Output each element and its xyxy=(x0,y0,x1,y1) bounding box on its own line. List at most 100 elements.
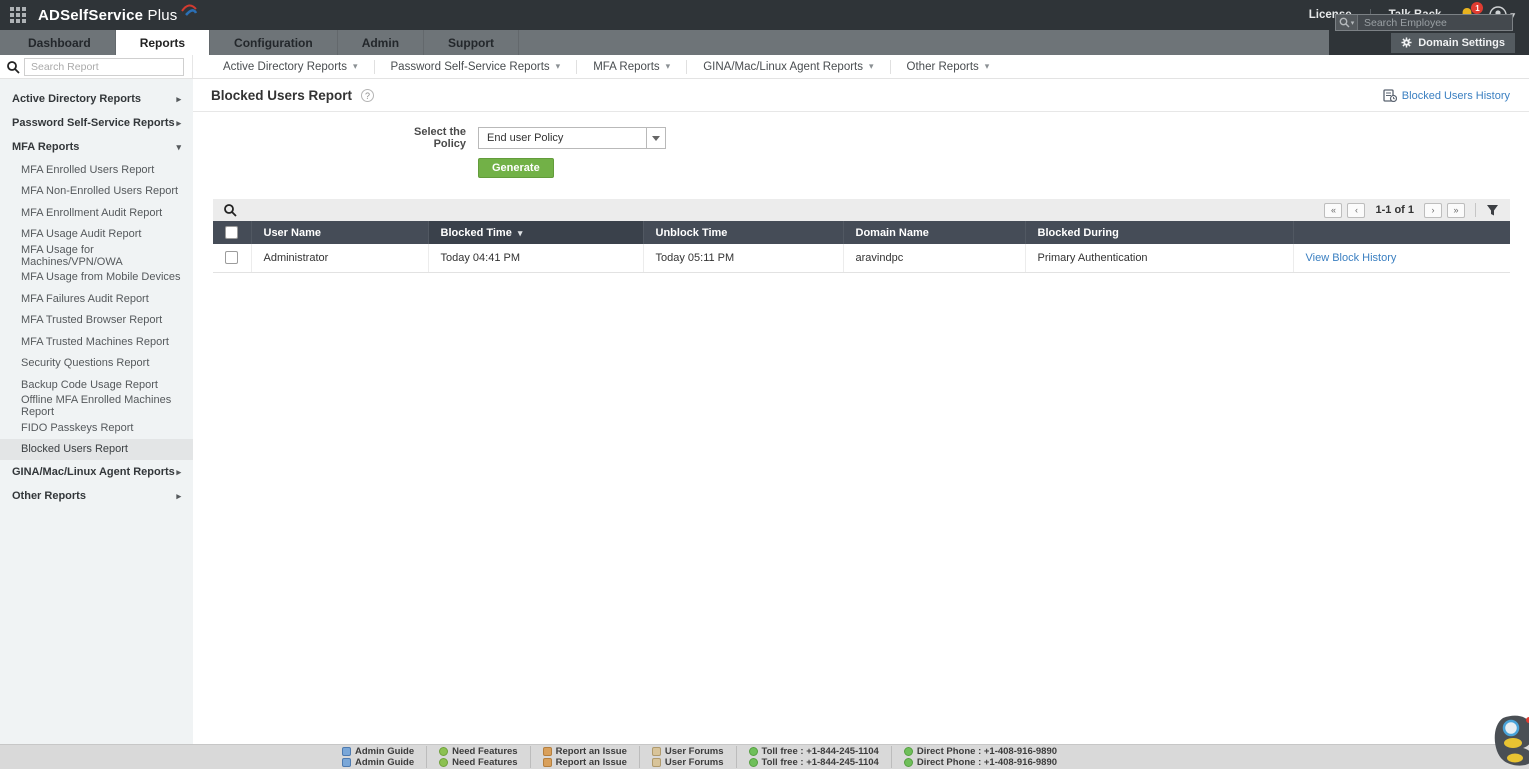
sidebar-item[interactable]: MFA Non-Enrolled Users Report xyxy=(0,181,193,203)
sidebar-item[interactable]: MFA Usage from Mobile Devices xyxy=(0,267,193,289)
forum-icon xyxy=(652,758,661,767)
table-search-icon[interactable] xyxy=(223,203,237,217)
sidebar-item[interactable]: Security Questions Report xyxy=(0,353,193,375)
menu-mfa-reports[interactable]: MFA Reports▾ xyxy=(577,60,687,74)
sidebar-item-mfa-reports[interactable]: MFA Reports▾ xyxy=(0,135,193,159)
tab-admin[interactable]: Admin xyxy=(338,30,424,55)
view-block-history-link[interactable]: View Block History xyxy=(1306,252,1397,264)
need-features-link[interactable]: Need Features xyxy=(427,757,530,768)
tab-support[interactable]: Support xyxy=(424,30,519,55)
sidebar-item[interactable]: Backup Code Usage Report xyxy=(0,374,193,396)
report-table-area: « ‹ 1-1 of 1 › » User Name xyxy=(213,199,1510,273)
sidebar-item-blocked-users-report[interactable]: Blocked Users Report xyxy=(0,439,193,461)
pagination-info: 1-1 of 1 xyxy=(1375,204,1414,216)
chevron-down-icon: ▾ xyxy=(666,61,671,72)
history-report-icon xyxy=(1383,89,1397,102)
sidebar-item-password-self-service-reports[interactable]: Password Self-Service Reports▸ xyxy=(0,111,193,135)
main-tabs: Dashboard Reports Configuration Admin Su… xyxy=(0,30,1329,55)
gear-icon xyxy=(1401,37,1412,48)
filter-icon[interactable] xyxy=(1486,204,1499,217)
sort-desc-icon: ▾ xyxy=(518,228,523,238)
column-blocked-time[interactable]: Blocked Time▾ xyxy=(428,221,643,244)
book-icon xyxy=(342,747,351,756)
search-icon[interactable]: ▾ xyxy=(1336,15,1358,30)
logo-swoosh-icon xyxy=(180,3,198,19)
chevron-down-icon: ▾ xyxy=(1351,19,1355,27)
sidebar-item[interactable]: MFA Trusted Machines Report xyxy=(0,331,193,353)
pagination-prev-button[interactable]: ‹ xyxy=(1347,203,1365,218)
menu-active-directory-reports[interactable]: Active Directory Reports▾ xyxy=(207,60,375,74)
sidebar-item[interactable]: Offline MFA Enrolled Machines Report xyxy=(0,396,193,418)
need-features-link[interactable]: Need Features xyxy=(427,746,530,757)
divider xyxy=(1475,203,1476,217)
phone-icon xyxy=(749,758,758,767)
tab-reports[interactable]: Reports xyxy=(116,30,210,55)
reports-sidebar: Active Directory Reports▸ Password Self-… xyxy=(0,79,193,744)
sidebar-item[interactable]: MFA Enrollment Audit Report xyxy=(0,202,193,224)
main-content: Blocked Users Report ? Blocked Users His… xyxy=(193,79,1529,744)
chevron-down-icon: ▾ xyxy=(985,61,990,72)
pagination: « ‹ 1-1 of 1 › » xyxy=(1324,203,1503,218)
blocked-users-history-link[interactable]: Blocked Users History xyxy=(1383,89,1510,102)
row-checkbox[interactable] xyxy=(225,251,238,264)
app-footer: Admin Guide Need Features Report an Issu… xyxy=(0,744,1529,769)
generate-button[interactable]: Generate xyxy=(478,158,554,178)
column-domain-name[interactable]: Domain Name xyxy=(843,221,1025,244)
domain-settings-button[interactable]: Domain Settings xyxy=(1391,33,1515,53)
pagination-last-button[interactable]: » xyxy=(1447,203,1465,218)
sidebar-item-other-reports[interactable]: Other Reports▸ xyxy=(0,484,193,508)
column-blocked-during[interactable]: Blocked During xyxy=(1025,221,1293,244)
help-icon[interactable]: ? xyxy=(361,89,374,102)
pagination-first-button[interactable]: « xyxy=(1324,203,1342,218)
notification-badge: 1 xyxy=(1471,2,1483,14)
menu-other-reports[interactable]: Other Reports▾ xyxy=(891,60,1006,74)
secondary-nav: Active Directory Reports▾ Password Self-… xyxy=(0,55,1529,79)
report-an-issue-link[interactable]: Report an Issue xyxy=(531,746,640,757)
policy-select[interactable]: End user Policy xyxy=(478,127,666,149)
sidebar-item[interactable]: MFA Usage for Machines/VPN/OWA xyxy=(0,245,193,267)
policy-label: Select the Policy xyxy=(383,126,466,150)
pencil-icon xyxy=(543,758,552,767)
adselfservice-app: ADSelfService Plus License Talk Back 1 ▾… xyxy=(0,0,1529,769)
menu-gina-mac-linux-agent-reports[interactable]: GINA/Mac/Linux Agent Reports▾ xyxy=(687,60,890,74)
sidebar-search xyxy=(0,55,193,78)
sidebar-item-gina-mac-linux-agent-reports[interactable]: GINA/Mac/Linux Agent Reports▸ xyxy=(0,460,193,484)
sidebar-item-active-directory-reports[interactable]: Active Directory Reports▸ xyxy=(0,87,193,111)
menu-password-self-service-reports[interactable]: Password Self-Service Reports▾ xyxy=(375,60,578,74)
sidebar-item[interactable]: MFA Usage Audit Report xyxy=(0,224,193,246)
sidebar-item[interactable]: MFA Enrolled Users Report xyxy=(0,159,193,181)
direct-phone-number: Direct Phone : +1-408-916-9890 xyxy=(892,757,1069,768)
sidebar-item[interactable]: FIDO Passkeys Report xyxy=(0,417,193,439)
logo: ADSelfService Plus xyxy=(0,7,198,24)
user-forums-link[interactable]: User Forums xyxy=(640,746,737,757)
user-forums-link[interactable]: User Forums xyxy=(640,757,737,768)
search-report-input[interactable] xyxy=(24,58,184,76)
apps-grid-icon[interactable] xyxy=(10,7,26,23)
tab-configuration[interactable]: Configuration xyxy=(210,30,338,55)
column-unblock-time[interactable]: Unblock Time xyxy=(643,221,843,244)
chevron-down-icon: ▾ xyxy=(869,61,874,72)
report-an-issue-link[interactable]: Report an Issue xyxy=(531,757,640,768)
sidebar-item[interactable]: MFA Trusted Browser Report xyxy=(0,310,193,332)
report-category-menu: Active Directory Reports▾ Password Self-… xyxy=(193,55,1529,78)
table-header-row: User Name Blocked Time▾ Unblock Time Dom… xyxy=(213,221,1510,244)
admin-guide-link[interactable]: Admin Guide xyxy=(330,757,427,768)
admin-guide-link[interactable]: Admin Guide xyxy=(330,746,427,757)
phone-icon xyxy=(904,758,913,767)
sidebar-item[interactable]: MFA Failures Audit Report xyxy=(0,288,193,310)
page-title: Blocked Users Report xyxy=(211,88,352,103)
cell-blocked-time: Today 04:41 PM xyxy=(428,244,643,272)
chevron-down-icon: ▾ xyxy=(353,61,358,72)
app-header: ADSelfService Plus License Talk Back 1 ▾ xyxy=(0,0,1529,30)
page-body: Active Directory Reports▸ Password Self-… xyxy=(0,79,1529,744)
toll-free-number: Toll free : +1-844-245-1104 xyxy=(737,757,892,768)
pagination-next-button[interactable]: › xyxy=(1424,203,1442,218)
column-user-name[interactable]: User Name xyxy=(251,221,428,244)
chat-assistant-icon[interactable] xyxy=(1489,712,1529,769)
cell-blocked-during: Primary Authentication xyxy=(1025,244,1293,272)
cell-domain-name: aravindpc xyxy=(843,244,1025,272)
tab-dashboard[interactable]: Dashboard xyxy=(4,30,116,55)
select-all-checkbox[interactable] xyxy=(225,226,238,239)
search-employee-input[interactable] xyxy=(1358,17,1512,29)
table-row: Administrator Today 04:41 PM Today 05:11… xyxy=(213,244,1510,272)
